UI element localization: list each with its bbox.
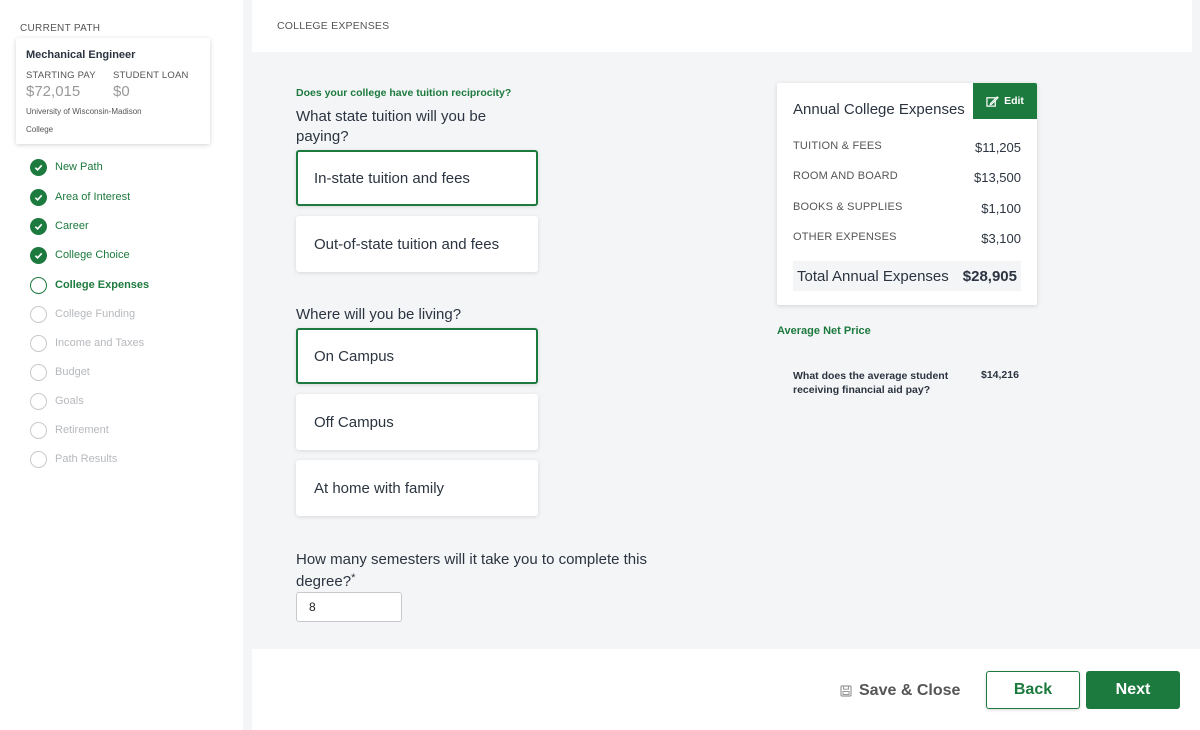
expense-row-tuition: TUITION & FEES $11,205: [793, 140, 1021, 155]
step-area-of-interest[interactable]: Area of Interest: [30, 188, 230, 206]
step-new-path[interactable]: New Path: [30, 158, 230, 176]
semesters-input[interactable]: [296, 592, 402, 622]
student-loan-label: STUDENT LOAN: [113, 70, 189, 81]
step-goals[interactable]: Goals: [30, 392, 230, 410]
option-off-campus[interactable]: Off Campus: [296, 394, 538, 450]
total-label: Total Annual Expenses: [797, 267, 949, 285]
circle-icon: [30, 276, 47, 294]
check-icon: [30, 188, 47, 206]
expense-row-room-board: ROOM AND BOARD $13,500: [793, 170, 1021, 185]
step-retirement[interactable]: Retirement: [30, 421, 230, 439]
step-label: Career: [55, 220, 89, 232]
expense-value: $1,100: [981, 201, 1021, 216]
edit-expenses-button[interactable]: Edit: [973, 83, 1037, 119]
current-path-card[interactable]: Mechanical Engineer STARTING PAY STUDENT…: [16, 38, 210, 144]
required-asterisk: *: [351, 572, 356, 584]
check-icon: [30, 217, 47, 235]
starting-pay-value: $72,015: [26, 83, 81, 100]
sidebar: CURRENT PATH Mechanical Engineer STARTIN…: [0, 0, 243, 730]
semesters-question-wrap: How many semesters will it take you to c…: [296, 549, 666, 593]
step-college-funding[interactable]: College Funding: [30, 305, 230, 323]
save-icon: [840, 685, 852, 697]
expense-row-other: OTHER EXPENSES $3,100: [793, 231, 1021, 246]
average-net-price-value: $14,216: [981, 369, 1019, 381]
step-label: Retirement: [55, 424, 109, 436]
school-type: College: [26, 125, 54, 134]
step-label: Goals: [55, 395, 84, 407]
student-loan-value: $0: [113, 83, 130, 100]
circle-icon: [30, 450, 47, 468]
average-net-price-question: What does the average student receiving …: [793, 370, 949, 396]
back-button[interactable]: Back: [986, 671, 1080, 709]
expenses-title: Annual College Expenses: [793, 101, 965, 118]
step-label: Budget: [55, 366, 90, 378]
option-at-home[interactable]: At home with family: [296, 460, 538, 516]
expense-value: $3,100: [981, 231, 1021, 246]
step-label: Income and Taxes: [55, 337, 145, 349]
circle-icon: [30, 305, 47, 323]
expense-row-books: BOOKS & SUPPLIES $1,100: [793, 201, 1021, 216]
tuition-question: What state tuition will you be paying?: [296, 108, 487, 145]
step-path-results[interactable]: Path Results: [30, 450, 230, 468]
step-label: Path Results: [55, 453, 118, 465]
current-path-label: CURRENT PATH: [20, 23, 101, 34]
average-net-price-title: Average Net Price: [777, 325, 871, 337]
expense-value: $11,205: [974, 140, 1021, 155]
annual-expenses-card: Annual College Expenses Edit TUITION & F…: [777, 83, 1037, 305]
step-college-choice[interactable]: College Choice: [30, 246, 230, 264]
step-budget[interactable]: Budget: [30, 363, 230, 381]
step-label: College Choice: [55, 249, 130, 261]
save-close-label: Save & Close: [859, 682, 961, 699]
total-value: $28,905: [962, 267, 1017, 285]
step-college-expenses[interactable]: College Expenses: [30, 276, 230, 294]
circle-icon: [30, 334, 47, 352]
breadcrumb: COLLEGE EXPENSES: [277, 20, 390, 32]
save-close-button[interactable]: Save & Close: [840, 682, 960, 700]
path-title: Mechanical Engineer: [26, 49, 136, 61]
expense-value: $13,500: [974, 170, 1021, 185]
semesters-question: How many semesters will it take you to c…: [296, 551, 647, 590]
step-label: College Funding: [55, 308, 136, 320]
step-label: Area of Interest: [55, 191, 131, 203]
page-header: COLLEGE EXPENSES: [252, 0, 1192, 52]
starting-pay-label: STARTING PAY: [26, 70, 96, 81]
step-income-and-taxes[interactable]: Income and Taxes: [30, 334, 230, 352]
step-label: College Expenses: [55, 279, 150, 291]
expense-total-row: Total Annual Expenses $28,905: [793, 261, 1021, 291]
living-question: Where will you be living?: [296, 306, 462, 323]
option-on-campus[interactable]: On Campus: [296, 328, 538, 384]
step-label: New Path: [55, 161, 103, 173]
edit-icon: [986, 95, 999, 107]
expense-label: OTHER EXPENSES: [793, 231, 897, 243]
expense-label: ROOM AND BOARD: [793, 170, 898, 182]
step-career[interactable]: Career: [30, 217, 230, 235]
expense-label: TUITION & FEES: [793, 140, 882, 152]
next-button[interactable]: Next: [1086, 671, 1180, 709]
circle-icon: [30, 421, 47, 439]
option-out-of-state-tuition[interactable]: Out-of-state tuition and fees: [296, 216, 538, 272]
option-in-state-tuition[interactable]: In-state tuition and fees: [296, 150, 538, 206]
circle-icon: [30, 392, 47, 410]
expense-label: BOOKS & SUPPLIES: [793, 201, 903, 213]
check-icon: [30, 158, 47, 176]
check-icon: [30, 246, 47, 264]
edit-label: Edit: [1004, 95, 1024, 107]
reciprocity-link[interactable]: Does your college have tuition reciproci…: [296, 87, 511, 99]
circle-icon: [30, 363, 47, 381]
school-name: University of Wisconsin-Madison: [26, 107, 142, 116]
